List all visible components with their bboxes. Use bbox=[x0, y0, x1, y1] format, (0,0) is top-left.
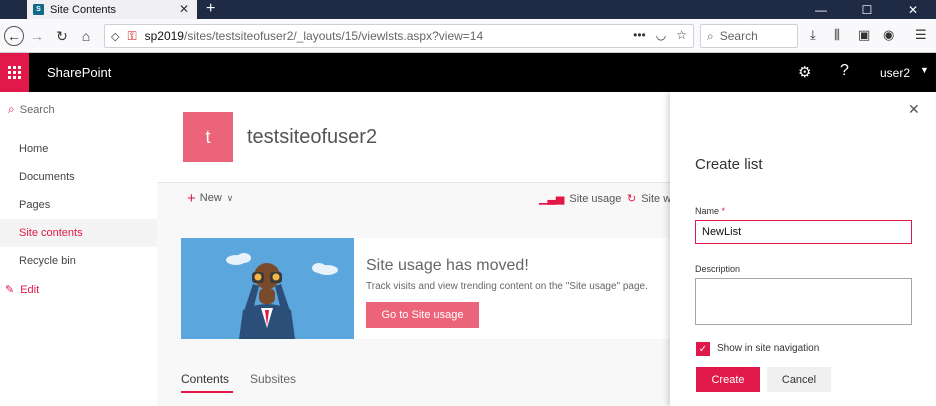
left-navigation: ⌕ Search Home Documents Pages Site conte… bbox=[0, 92, 157, 406]
banner-heading: Site usage has moved! bbox=[366, 257, 529, 274]
left-nav-search[interactable]: ⌕ Search bbox=[8, 102, 55, 117]
edit-label: Edit bbox=[20, 283, 40, 296]
home-icon[interactable]: ⌂ bbox=[76, 26, 96, 46]
browser-nav-bar: ← → ↻ ⌂ ◇ ⚿ sp2019 /sites/testsiteofuser… bbox=[0, 19, 936, 53]
app-launcher-waffle-icon[interactable] bbox=[0, 53, 29, 92]
download-icon[interactable]: ⤓ bbox=[810, 27, 816, 43]
new-tab-icon[interactable]: + bbox=[206, 0, 215, 18]
sidebar-item-recycle-bin[interactable]: Recycle bin bbox=[0, 247, 157, 275]
sidebar-item-home[interactable]: Home bbox=[0, 135, 157, 163]
site-workflows-label: Site w bbox=[641, 192, 672, 205]
sidebar-item-pages[interactable]: Pages bbox=[0, 191, 157, 219]
new-label: New bbox=[199, 192, 222, 204]
url-bar[interactable]: ◇ ⚿ sp2019 /sites/testsiteofuser2/_layou… bbox=[104, 24, 694, 48]
tab-subsites[interactable]: Subsites bbox=[250, 372, 296, 386]
account-icon[interactable]: ◉ bbox=[883, 27, 894, 43]
main-content: t testsiteofuser2 + New ∨ ▁▃▅ Site usage… bbox=[157, 92, 672, 406]
page-actions-icon[interactable]: ••• bbox=[633, 28, 646, 42]
plus-icon: + bbox=[187, 189, 196, 207]
go-to-site-usage-button[interactable]: Go to Site usage bbox=[366, 302, 479, 328]
library-icon[interactable]: ⫼ bbox=[834, 27, 840, 43]
settings-gear-icon[interactable]: ⚙ bbox=[798, 63, 811, 81]
left-nav-search-label: Search bbox=[19, 103, 55, 116]
browser-tab-strip: S Site Contents ✕ + — ☐ ✕ bbox=[0, 0, 936, 19]
required-mark: * bbox=[721, 206, 726, 216]
suite-bar: SharePoint ⚙ ? user2 ▼ bbox=[0, 53, 936, 92]
workflow-icon: ↻ bbox=[627, 193, 637, 205]
sharepoint-favicon-icon: S bbox=[33, 4, 44, 15]
maximize-icon[interactable]: ☐ bbox=[844, 0, 890, 19]
chart-icon: ▁▃▅ bbox=[539, 193, 565, 205]
site-header: t testsiteofuser2 bbox=[157, 92, 670, 182]
url-host: sp2019 bbox=[144, 29, 184, 43]
search-icon: ⌕ bbox=[707, 28, 714, 43]
cancel-button[interactable]: Cancel bbox=[767, 367, 831, 392]
name-input[interactable] bbox=[695, 220, 912, 244]
url-path: /sites/testsiteofuser2/_layouts/15/viewl… bbox=[183, 29, 484, 43]
command-bar: + New ∨ ▁▃▅ Site usage ↻ Site w bbox=[157, 182, 672, 215]
tab-close-icon[interactable]: ✕ bbox=[179, 2, 189, 16]
site-usage-button[interactable]: ▁▃▅ Site usage bbox=[539, 192, 622, 206]
edit-links[interactable]: ✎ Edit bbox=[5, 283, 40, 297]
pencil-icon: ✎ bbox=[5, 284, 15, 296]
user-name[interactable]: user2 bbox=[880, 66, 910, 80]
site-title[interactable]: testsiteofuser2 bbox=[247, 126, 377, 149]
chevron-down-icon: ∨ bbox=[226, 192, 234, 203]
site-logo[interactable]: t bbox=[183, 112, 233, 162]
sidebar-item-site-contents[interactable]: Site contents bbox=[0, 219, 157, 247]
name-label: Name * bbox=[695, 206, 725, 216]
reload-icon[interactable]: ↻ bbox=[52, 26, 72, 46]
pocket-icon[interactable]: ◡ bbox=[656, 28, 666, 42]
suite-app-name[interactable]: SharePoint bbox=[47, 65, 111, 80]
browser-tab[interactable]: S Site Contents ✕ bbox=[27, 0, 197, 19]
tab-title: Site Contents bbox=[50, 3, 117, 16]
create-button[interactable]: Create bbox=[696, 367, 760, 392]
create-list-panel: ✕ Create list Name * Description ✓ Show … bbox=[670, 92, 936, 406]
insecure-lock-icon[interactable]: ⚿ bbox=[127, 29, 136, 44]
help-icon[interactable]: ? bbox=[840, 62, 849, 80]
description-input[interactable] bbox=[695, 278, 912, 325]
sidebar-item-documents[interactable]: Documents bbox=[0, 163, 157, 191]
search-icon: ⌕ bbox=[8, 102, 15, 116]
shield-icon[interactable]: ◇ bbox=[111, 30, 119, 43]
description-label: Description bbox=[695, 264, 741, 274]
name-label-text: Name bbox=[695, 206, 720, 216]
forward-icon[interactable]: → bbox=[27, 26, 47, 46]
active-tab-underline bbox=[181, 391, 233, 393]
banner-text: Track visits and view trending content o… bbox=[366, 281, 648, 292]
minimize-icon[interactable]: — bbox=[798, 0, 844, 19]
binoculars-illustration bbox=[181, 238, 354, 339]
show-in-navigation-label[interactable]: Show in site navigation bbox=[717, 343, 819, 354]
site-usage-banner: Site usage has moved! Track visits and v… bbox=[181, 238, 670, 339]
panel-close-icon[interactable]: ✕ bbox=[908, 101, 920, 118]
new-button[interactable]: + New ∨ bbox=[187, 189, 234, 207]
panel-title: Create list bbox=[695, 156, 763, 173]
show-in-navigation-checkbox[interactable]: ✓ bbox=[696, 342, 710, 356]
window-close-icon[interactable]: ✕ bbox=[890, 0, 936, 19]
tab-contents[interactable]: Contents bbox=[181, 372, 229, 386]
browser-search-input[interactable]: ⌕ Search bbox=[700, 24, 798, 48]
back-icon[interactable]: ← bbox=[4, 26, 24, 46]
bookmark-star-icon[interactable]: ☆ bbox=[676, 28, 687, 42]
menu-icon[interactable]: ☰ bbox=[915, 27, 927, 43]
user-menu-caret-icon[interactable]: ▼ bbox=[920, 65, 929, 75]
site-workflows-button[interactable]: ↻ Site w bbox=[627, 192, 672, 206]
sidebar-icon[interactable]: ▣ bbox=[858, 27, 870, 43]
site-usage-label: Site usage bbox=[569, 192, 622, 205]
browser-search-placeholder: Search bbox=[719, 29, 758, 43]
